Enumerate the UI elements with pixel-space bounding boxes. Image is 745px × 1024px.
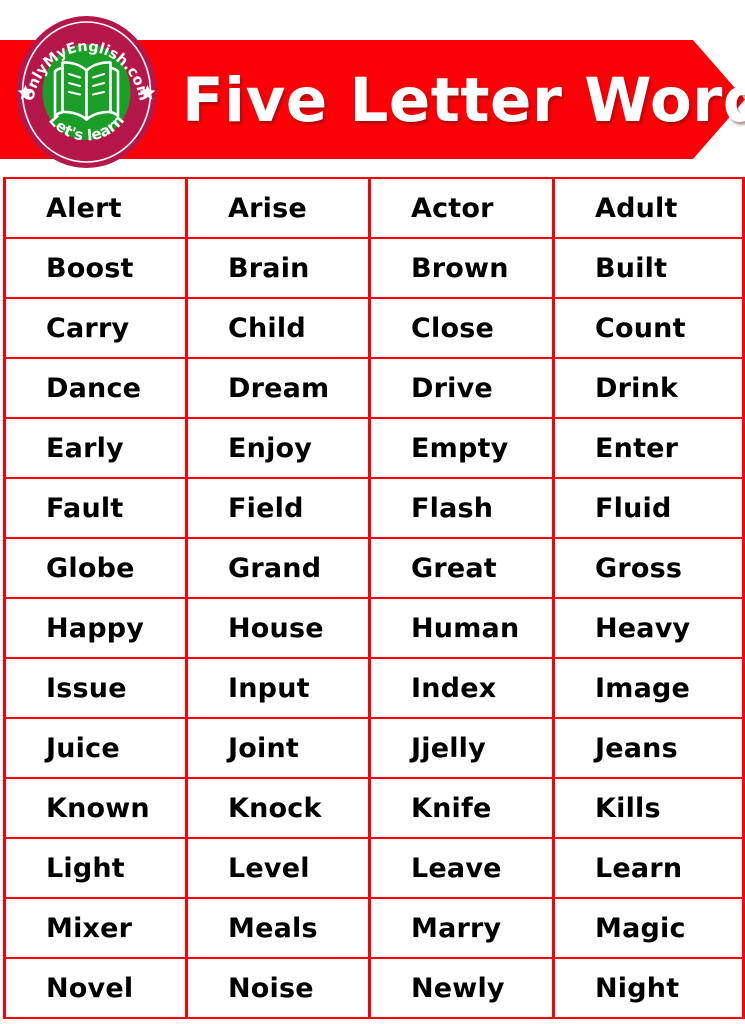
word-cell: Fluid	[552, 477, 745, 539]
word-cell: House	[185, 597, 371, 659]
word-cell: Count	[552, 297, 745, 359]
table-row: Juice Joint Jjelly Jeans	[3, 717, 745, 779]
word-cell: Knife	[368, 777, 555, 839]
word-cell: Boost	[3, 237, 188, 299]
word-cell: Early	[3, 417, 188, 479]
word-cell: Drive	[368, 357, 555, 419]
page-header: Five Letter Words OnlyMyEnglish.com Let'…	[0, 0, 745, 172]
word-cell: Level	[185, 837, 371, 899]
word-cell: Brain	[185, 237, 371, 299]
logo-badge-icon: OnlyMyEnglish.com Let's learn	[16, 16, 157, 168]
table-row: Carry Child Close Count	[3, 297, 745, 359]
word-cell: Great	[368, 537, 555, 599]
word-cell: Field	[185, 477, 371, 539]
page-title: Five Letter Words	[182, 65, 745, 136]
word-cell: Magic	[552, 897, 745, 959]
site-logo-badge[interactable]: OnlyMyEnglish.com Let's learn	[9, 13, 164, 168]
word-cell: Grand	[185, 537, 371, 599]
word-cell: Newly	[368, 957, 555, 1019]
word-cell: Dream	[185, 357, 371, 419]
word-cell: Actor	[368, 177, 555, 239]
word-cell: Globe	[3, 537, 188, 599]
word-cell: Index	[368, 657, 555, 719]
word-cell: Jeans	[552, 717, 745, 779]
word-cell: Input	[185, 657, 371, 719]
word-cell: Novel	[3, 957, 188, 1019]
word-cell: Flash	[368, 477, 555, 539]
word-cell: Adult	[552, 177, 745, 239]
word-cell: Mixer	[3, 897, 188, 959]
table-row: Globe Grand Great Gross	[3, 537, 745, 599]
page-root: Five Letter Words OnlyMyEnglish.com Let'…	[0, 0, 745, 1024]
word-cell: Child	[185, 297, 371, 359]
table-row: Boost Brain Brown Built	[3, 237, 745, 299]
word-cell: Gross	[552, 537, 745, 599]
word-cell: Close	[368, 297, 555, 359]
table-row: Known Knock Knife Kills	[3, 777, 745, 839]
table-row: Mixer Meals Marry Magic	[3, 897, 745, 959]
word-cell: Dance	[3, 357, 188, 419]
word-cell: Joint	[185, 717, 371, 779]
word-table-body: Alert Arise Actor Adult Boost Brain Brow…	[3, 177, 745, 1019]
word-cell: Knock	[185, 777, 371, 839]
table-row: Issue Input Index Image	[3, 657, 745, 719]
table-row: Alert Arise Actor Adult	[3, 177, 745, 239]
word-cell: Heavy	[552, 597, 745, 659]
word-cell: Drink	[552, 357, 745, 419]
word-cell: Enter	[552, 417, 745, 479]
word-cell: Light	[3, 837, 188, 899]
word-cell: Night	[552, 957, 745, 1019]
table-row: Dance Dream Drive Drink	[3, 357, 745, 419]
word-cell: Enjoy	[185, 417, 371, 479]
word-cell: Empty	[368, 417, 555, 479]
table-row: Novel Noise Newly Night	[3, 957, 745, 1019]
word-cell: Human	[368, 597, 555, 659]
word-cell: Built	[552, 237, 745, 299]
word-cell: Learn	[552, 837, 745, 899]
five-letter-words-table: Alert Arise Actor Adult Boost Brain Brow…	[3, 177, 745, 1019]
word-cell: Carry	[3, 297, 188, 359]
table-row: Happy House Human Heavy	[3, 597, 745, 659]
word-cell: Kills	[552, 777, 745, 839]
table-row: Fault Field Flash Fluid	[3, 477, 745, 539]
word-cell: Fault	[3, 477, 188, 539]
word-cell: Arise	[185, 177, 371, 239]
table-row: Light Level Leave Learn	[3, 837, 745, 899]
word-cell: Issue	[3, 657, 188, 719]
word-cell: Known	[3, 777, 188, 839]
word-cell: Brown	[368, 237, 555, 299]
table-row: Early Enjoy Empty Enter	[3, 417, 745, 479]
word-cell: Happy	[3, 597, 188, 659]
word-cell: Meals	[185, 897, 371, 959]
word-cell: Jjelly	[368, 717, 555, 779]
word-cell: Juice	[3, 717, 188, 779]
word-cell: Leave	[368, 837, 555, 899]
word-cell: Noise	[185, 957, 371, 1019]
word-cell: Alert	[3, 177, 188, 239]
word-cell: Image	[552, 657, 745, 719]
word-cell: Marry	[368, 897, 555, 959]
